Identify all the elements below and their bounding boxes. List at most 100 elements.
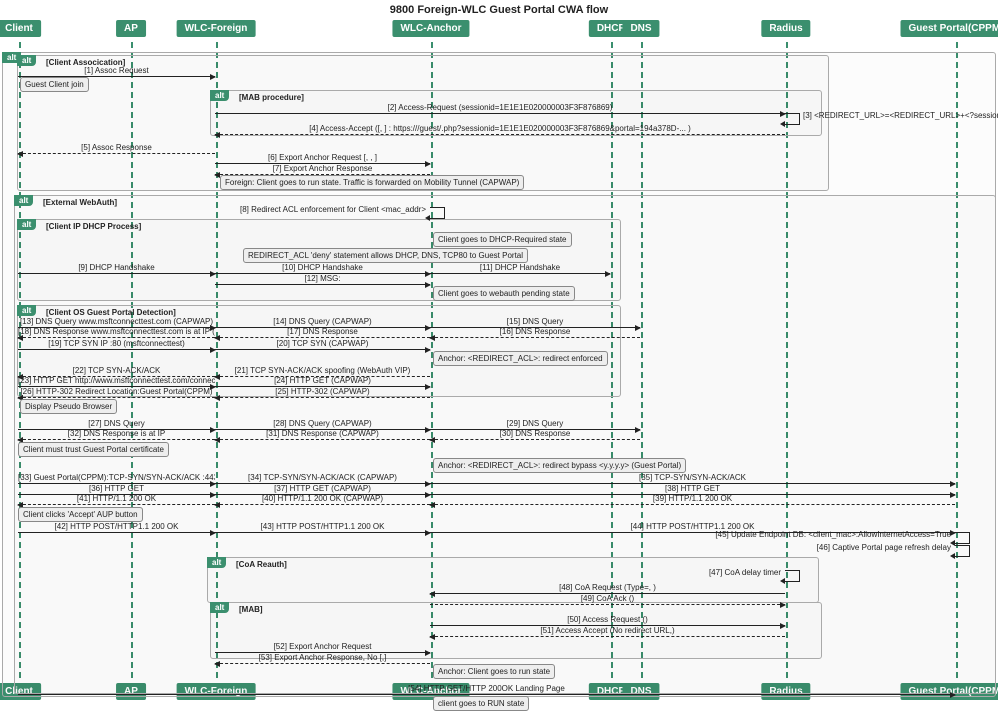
message-label: [33] Guest Portal(CPPM):TCP-SYN/SYN-ACK/… bbox=[18, 473, 215, 482]
message-label: [19] TCP SYN IP :80 (msftconnecttest) bbox=[18, 339, 215, 348]
note: Guest Client join bbox=[20, 77, 89, 92]
message: [20] TCP SYN (CAPWAP) bbox=[215, 340, 430, 350]
message: [32] DNS Response is at IP bbox=[18, 430, 215, 440]
message-label: [10] DHCP Handshake bbox=[215, 263, 430, 272]
message-label: [50] Access Request () bbox=[430, 615, 785, 624]
message: [40] HTTP/1.1 200 OK (CAPWAP) bbox=[215, 495, 430, 505]
message-label: [34] TCP-SYN/SYN-ACK/ACK (CAPWAP) bbox=[215, 473, 430, 482]
message-label: [14] DNS Query (CAPWAP) bbox=[215, 317, 430, 326]
message-label: [21] TCP SYN-ACK/ACK spoofing (WebAuth V… bbox=[215, 366, 430, 375]
message-label: [49] CoA Ack () bbox=[430, 594, 785, 603]
message-label: [30] DNS Response bbox=[430, 429, 640, 438]
message-label: [17] DNS Response bbox=[215, 327, 430, 336]
self-message bbox=[955, 532, 970, 544]
note: Anchor: <REDIRECT_ACL>: redirect bypass … bbox=[433, 458, 686, 473]
message-label: [39] HTTP/1.1 200 OK bbox=[430, 494, 955, 503]
message-label: [4] Access-Accept ([, ] : https:///guest… bbox=[215, 124, 785, 133]
message-label: [15] DNS Query bbox=[430, 317, 640, 326]
message: [1] Assoc Request bbox=[18, 67, 215, 77]
message: [48] CoA Request (Type=, ) bbox=[430, 584, 785, 594]
message: [33] Guest Portal(CPPM):TCP-SYN/SYN-ACK/… bbox=[18, 474, 215, 484]
self-message bbox=[430, 207, 445, 219]
note: Client must trust Guest Portal certifica… bbox=[18, 442, 169, 457]
message-label: [45] Update Endpoint DB: <client_mac>:Al… bbox=[715, 530, 951, 539]
fragment-tag: alt bbox=[207, 557, 226, 568]
message: [25] HTTP-302 (CAPWAP) bbox=[215, 388, 430, 398]
participant-label: WLC-Anchor bbox=[392, 20, 469, 37]
message-label: [6] Export Anchor Request [, , ] bbox=[215, 153, 430, 162]
message-label: [25] HTTP-302 (CAPWAP) bbox=[215, 387, 430, 396]
message: [18] DNS Response www.msftconnecttest.co… bbox=[18, 328, 215, 338]
message-label: [3] <REDIRECT_URL>=<REDIRECT_URL>+<?sess… bbox=[803, 111, 998, 120]
message-label: [27] DNS Query bbox=[18, 419, 215, 428]
diagram-title: 9800 Foreign-WLC Guest Portal CWA flow bbox=[0, 0, 998, 20]
message-label: [22] TCP SYN-ACK/ACK bbox=[18, 366, 215, 375]
fragment-caption: [MAB procedure] bbox=[239, 93, 304, 102]
message: [4] Access-Accept ([, ] : https:///guest… bbox=[215, 125, 785, 135]
message-label: [2] Access-Request (sessionid=1E1E1E0200… bbox=[215, 103, 785, 112]
message-label: [7] Export Anchor Response bbox=[215, 164, 430, 173]
message: [26] HTTP-302 Redirect Location:Guest Po… bbox=[18, 388, 215, 398]
fragment-tag: alt bbox=[210, 602, 229, 613]
self-message bbox=[785, 113, 800, 125]
fragment-tag: alt bbox=[14, 195, 33, 206]
message: [35] TCP-SYN/SYN-ACK/ACK bbox=[430, 474, 955, 484]
fragment-caption: [CoA Reauth] bbox=[236, 560, 287, 569]
message: [19] TCP SYN IP :80 (msftconnecttest) bbox=[18, 340, 215, 350]
message-label: [37] HTTP GET (CAPWAP) bbox=[215, 484, 430, 493]
participant-label: Client bbox=[0, 20, 41, 37]
message-label: [8] Redirect ACL enforcement for Client … bbox=[240, 205, 426, 214]
participant-label: AP bbox=[116, 20, 146, 37]
message: [51] Access Accept (No redirect URL,) bbox=[430, 627, 785, 637]
message-label: [48] CoA Request (Type=, ) bbox=[430, 583, 785, 592]
self-message bbox=[955, 545, 970, 557]
message: [43] HTTP POST/HTTP1.1 200 OK bbox=[215, 523, 430, 533]
message: [7] Export Anchor Response bbox=[215, 165, 430, 175]
message-label: [36] HTTP GET bbox=[18, 484, 215, 493]
fragment-caption: [Client OS Guest Portal Detection] bbox=[46, 308, 176, 317]
note: Display Pseudo Browser bbox=[20, 399, 117, 414]
message-label: [13] DNS Query www.msftconnecttest.com (… bbox=[18, 317, 215, 326]
message-label: [16] DNS Response bbox=[430, 327, 640, 336]
message: [17] DNS Response bbox=[215, 328, 430, 338]
message: [30] DNS Response bbox=[430, 430, 640, 440]
message-label: [32] DNS Response is at IP bbox=[18, 429, 215, 438]
message-label: [46] Captive Portal page refresh delay bbox=[817, 543, 951, 552]
message: [23] HTTP GET http://www.msftconnecttest… bbox=[18, 377, 215, 387]
message-label: [40] HTTP/1.1 200 OK (CAPWAP) bbox=[215, 494, 430, 503]
message: [5] Assoc Response bbox=[18, 144, 215, 154]
message: [24] HTTP GET (CAPWAP) bbox=[215, 377, 430, 387]
note: Client clicks 'Accept' AUP button bbox=[18, 507, 143, 522]
note: Anchor: Client goes to run state bbox=[433, 664, 555, 679]
participant-label: WLC-Foreign bbox=[177, 20, 256, 37]
message-label: [42] HTTP POST/HTTP1.1 200 OK bbox=[18, 522, 215, 531]
message-label: [54] HTTP GET/HTTP 200OK Landing Page bbox=[18, 684, 955, 693]
message: [52] Export Anchor Request bbox=[215, 643, 430, 653]
fragment-tag: alt bbox=[17, 305, 36, 316]
message: [53] Export Anchor Response, No [,] bbox=[215, 654, 430, 664]
note: Anchor: <REDIRECT_ACL>: redirect enforce… bbox=[433, 351, 608, 366]
sequence-diagram: ClientClientAPAPWLC-ForeignWLC-ForeignWL… bbox=[0, 20, 998, 700]
message: [12] MSG: bbox=[215, 275, 430, 285]
note: Foreign: Client goes to run state. Traff… bbox=[220, 175, 524, 190]
message-label: [53] Export Anchor Response, No [,] bbox=[215, 653, 430, 662]
message-label: [24] HTTP GET (CAPWAP) bbox=[215, 376, 430, 385]
fragment-caption: [Client IP DHCP Process] bbox=[46, 222, 141, 231]
message: [9] DHCP Handshake bbox=[18, 264, 215, 274]
message-label: [9] DHCP Handshake bbox=[18, 263, 215, 272]
fragment-tag: alt bbox=[210, 90, 229, 101]
message: [16] DNS Response bbox=[430, 328, 640, 338]
note: REDIRECT_ACL 'deny' statement allows DHC… bbox=[243, 248, 528, 263]
message-label: [5] Assoc Response bbox=[18, 143, 215, 152]
message: [39] HTTP/1.1 200 OK bbox=[430, 495, 955, 505]
fragment-caption: [MAB] bbox=[239, 605, 263, 614]
note: Client goes to webauth pending state bbox=[433, 286, 575, 301]
message-label: [28] DNS Query (CAPWAP) bbox=[215, 419, 430, 428]
message-label: [23] HTTP GET http://www.msftconnecttest… bbox=[18, 376, 215, 385]
message-label: [38] HTTP GET bbox=[430, 484, 955, 493]
message: [6] Export Anchor Request [, , ] bbox=[215, 154, 430, 164]
message: [42] HTTP POST/HTTP1.1 200 OK bbox=[18, 523, 215, 533]
participant-label: Radius bbox=[761, 20, 810, 37]
note: Client goes to DHCP-Required state bbox=[433, 232, 572, 247]
message: [2] Access-Request (sessionid=1E1E1E0200… bbox=[215, 104, 785, 114]
